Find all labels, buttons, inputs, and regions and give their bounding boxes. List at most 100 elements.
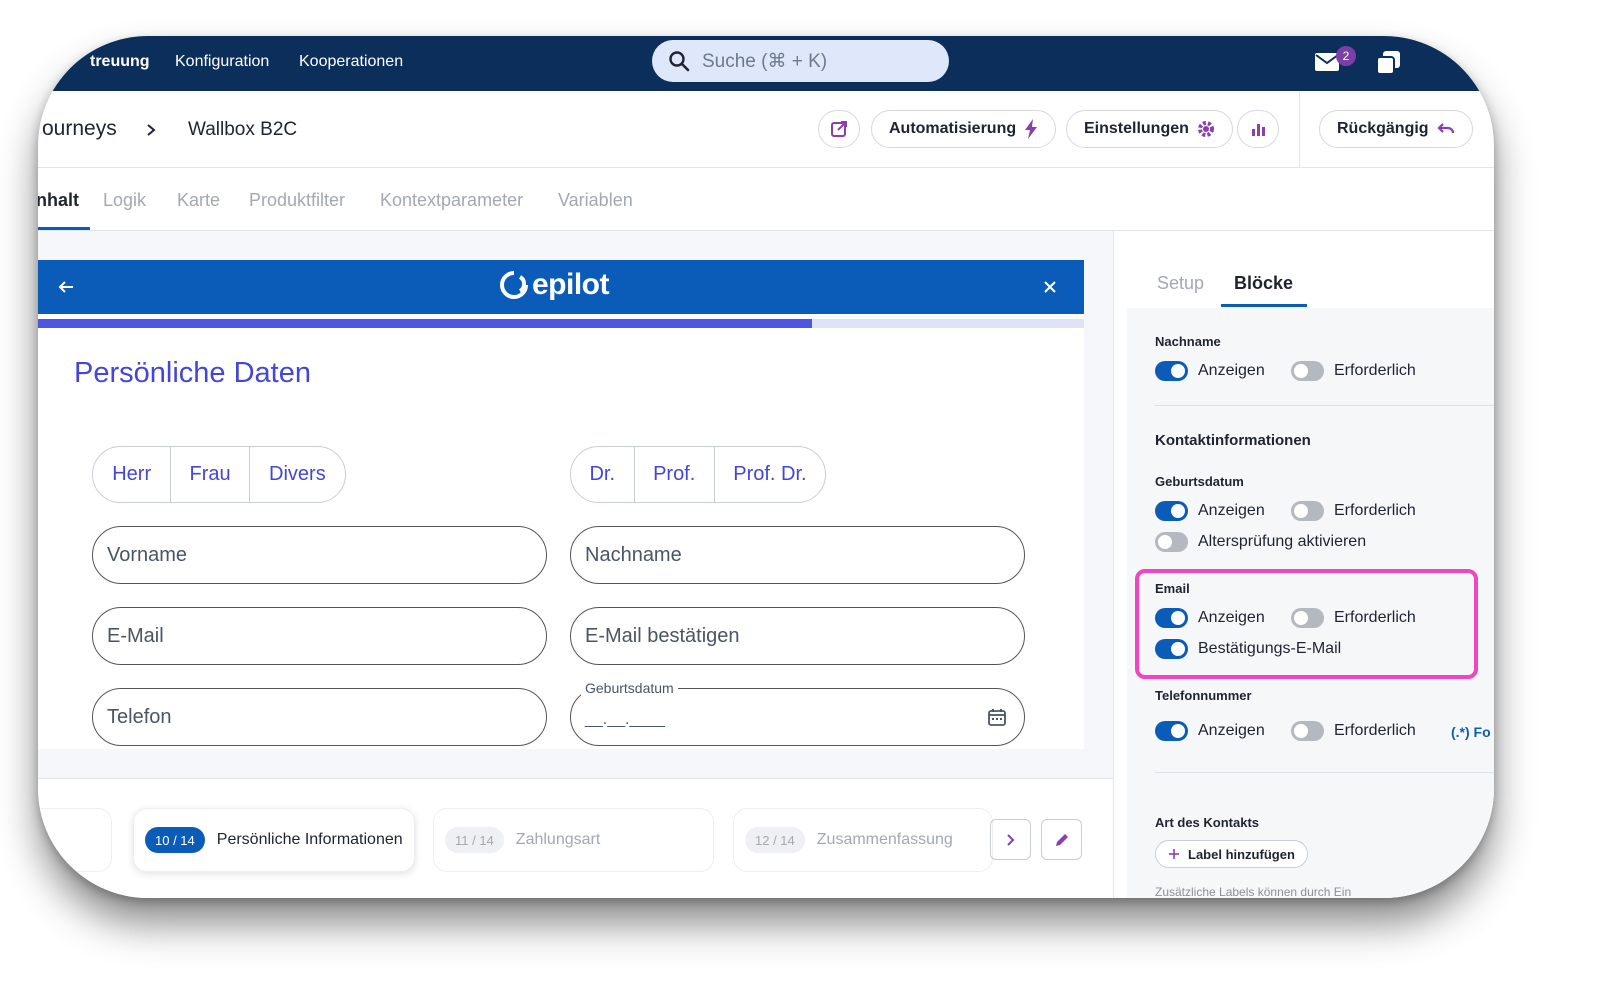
- toggle-switch[interactable]: [1291, 361, 1324, 381]
- toggle-switch[interactable]: [1291, 721, 1324, 741]
- block-settings-panel: Setup Blöcke Nachname Anzeigen Erforderl…: [1113, 231, 1494, 898]
- chevron-right-icon: [1006, 833, 1014, 846]
- nav-kooperationen[interactable]: Kooperationen: [299, 53, 403, 71]
- salutation-selector: Herr Frau Divers: [92, 446, 346, 503]
- active-panel-tab-indicator: [1221, 304, 1307, 307]
- telefon-erforderlich-toggle[interactable]: Erforderlich: [1291, 721, 1416, 741]
- editor-tabs: nhalt Logik Karte Produktfilter Kontextp…: [38, 168, 1494, 231]
- pencil-icon: [1055, 833, 1068, 846]
- toggle-label: Anzeigen: [1198, 722, 1265, 739]
- next-step-button[interactable]: [990, 819, 1031, 860]
- geburtsdatum-erforderlich-toggle[interactable]: Erforderlich: [1291, 501, 1416, 521]
- automation-button[interactable]: Automatisierung: [871, 110, 1057, 148]
- undo-label: Rückgängig: [1337, 120, 1429, 137]
- step-label: Zusammenfassung: [816, 831, 953, 848]
- step-card[interactable]: 11 / 14 Zahlungsart: [433, 808, 714, 872]
- back-arrow-icon[interactable]: [58, 279, 74, 295]
- toggle-switch[interactable]: [1155, 532, 1188, 552]
- edit-step-button[interactable]: [1041, 819, 1082, 860]
- header-divider: [1299, 91, 1300, 168]
- tab-karte[interactable]: Karte: [177, 190, 220, 211]
- calendar-icon[interactable]: [987, 707, 1007, 727]
- step-card-prev[interactable]: [38, 808, 112, 872]
- title-prof-dr[interactable]: Prof. Dr.: [715, 447, 825, 502]
- art-des-kontakts-label: Art des Kontakts: [1155, 815, 1260, 830]
- undo-button[interactable]: Rückgängig: [1319, 110, 1473, 148]
- salutation-herr[interactable]: Herr: [93, 447, 172, 502]
- title-dr[interactable]: Dr.: [571, 447, 635, 502]
- tab-kontextparameter[interactable]: Kontextparameter: [380, 190, 523, 211]
- divider: [1155, 772, 1494, 773]
- close-icon[interactable]: [1043, 280, 1057, 294]
- journey-header-bar: epilot: [38, 260, 1084, 314]
- undo-icon: [1437, 123, 1454, 134]
- toggle-label: Anzeigen: [1198, 502, 1265, 519]
- telefon-anzeigen-toggle[interactable]: Anzeigen: [1155, 721, 1265, 741]
- nav-betreuung[interactable]: treuung: [90, 53, 150, 71]
- epilot-logo-icon: [500, 271, 528, 299]
- step-counter: 11 / 14: [445, 827, 504, 853]
- title-prof[interactable]: Prof.: [635, 447, 715, 502]
- geburtsdatum-label: Geburtsdatum: [581, 680, 678, 696]
- email-field[interactable]: E-Mail: [92, 607, 547, 665]
- telefon-field[interactable]: Telefon: [92, 688, 547, 746]
- app-window: treuung Konfiguration Kooperationen Such…: [38, 36, 1494, 898]
- title-selector: Dr. Prof. Prof. Dr.: [570, 446, 826, 503]
- nachname-erforderlich-toggle[interactable]: Erforderlich: [1291, 361, 1416, 381]
- step-card[interactable]: 12 / 14 Zusammenfassung: [733, 808, 993, 872]
- active-tab-indicator: [38, 227, 90, 230]
- nachname-section-label: Nachname: [1155, 334, 1221, 349]
- toggle-label: Altersprüfung aktivieren: [1198, 533, 1367, 550]
- nachname-field[interactable]: Nachname: [570, 526, 1025, 584]
- label-hint: Zusätzliche Labels können durch Ein: [1155, 885, 1352, 898]
- search-placeholder: Suche (⌘ + K): [702, 50, 828, 72]
- tab-setup[interactable]: Setup: [1157, 273, 1204, 294]
- open-external-button[interactable]: [818, 110, 860, 148]
- epilot-logo: epilot: [498, 268, 610, 302]
- automation-label: Automatisierung: [889, 120, 1017, 137]
- step-navigator: 10 / 14 Persönliche Informationen 11 / 1…: [38, 778, 1113, 898]
- nachname-anzeigen-toggle[interactable]: Anzeigen: [1155, 361, 1265, 381]
- step-counter: 10 / 14: [145, 827, 205, 853]
- breadcrumb-parent[interactable]: ourneys: [42, 117, 117, 141]
- tab-produktfilter[interactable]: Produktfilter: [249, 190, 345, 211]
- telefon-section-label: Telefonnummer: [1155, 688, 1252, 703]
- toggle-switch[interactable]: [1155, 721, 1188, 741]
- tab-variablen[interactable]: Variablen: [558, 190, 633, 211]
- toggle-switch[interactable]: [1291, 501, 1324, 521]
- salutation-frau[interactable]: Frau: [171, 447, 250, 502]
- step-label: Persönliche Informationen: [216, 831, 403, 848]
- toggle-label: Erforderlich: [1334, 502, 1416, 519]
- gear-icon: [1197, 121, 1214, 137]
- toggle-label: Erforderlich: [1334, 722, 1416, 739]
- tab-logik[interactable]: Logik: [103, 190, 146, 211]
- alterspruefung-toggle[interactable]: Altersprüfung aktivieren: [1155, 532, 1366, 552]
- geburtsdatum-section-label: Geburtsdatum: [1155, 474, 1244, 489]
- search-input[interactable]: Suche (⌘ + K): [652, 40, 949, 82]
- step-counter: 12 / 14: [745, 827, 805, 853]
- geburtsdatum-anzeigen-toggle[interactable]: Anzeigen: [1155, 501, 1265, 521]
- breadcrumb-current: Wallbox B2C: [188, 119, 298, 140]
- add-label-button[interactable]: Label hinzufügen: [1155, 840, 1308, 868]
- tab-bloecke[interactable]: Blöcke: [1234, 273, 1293, 294]
- analytics-button[interactable]: [1237, 110, 1279, 148]
- toggle-switch[interactable]: [1155, 361, 1188, 381]
- copy-icon[interactable]: [1375, 49, 1403, 75]
- vorname-field[interactable]: Vorname: [92, 526, 547, 584]
- format-link[interactable]: (.*) Fo: [1451, 724, 1491, 740]
- search-icon: [669, 51, 690, 72]
- tab-inhalt[interactable]: nhalt: [38, 190, 79, 211]
- panel-tabs: Setup Blöcke: [1114, 231, 1494, 308]
- settings-button[interactable]: Einstellungen: [1066, 110, 1233, 148]
- salutation-divers[interactable]: Divers: [250, 447, 345, 502]
- nav-konfiguration[interactable]: Konfiguration: [175, 53, 269, 71]
- step-label: Zahlungsart: [515, 831, 601, 848]
- geburtsdatum-field[interactable]: Geburtsdatum __.__.____: [570, 680, 1025, 746]
- divider: [1155, 405, 1494, 406]
- kontakt-heading: Kontaktinformationen: [1155, 432, 1311, 449]
- step-card-active[interactable]: 10 / 14 Persönliche Informationen: [133, 808, 415, 872]
- toggle-label: Anzeigen: [1198, 362, 1265, 379]
- email-confirm-field[interactable]: E-Mail bestätigen: [570, 607, 1025, 665]
- toggle-switch[interactable]: [1155, 501, 1188, 521]
- bar-chart-icon: [1252, 124, 1265, 136]
